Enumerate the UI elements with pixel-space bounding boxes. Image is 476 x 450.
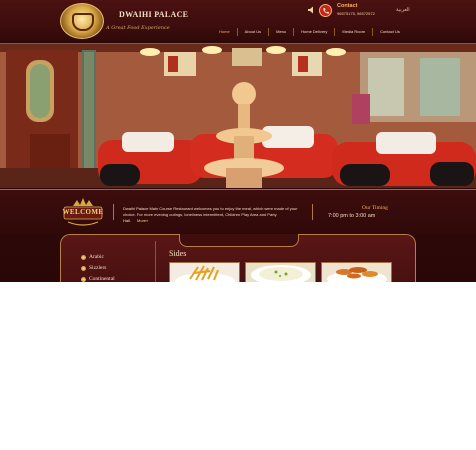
hero-banner [0, 44, 476, 188]
category-arabic[interactable]: Arabic [81, 254, 104, 260]
site-name: DWAIHI PALACE [119, 10, 189, 19]
bullet-icon [81, 255, 86, 260]
category-list: Arabic Sizzlers Continental [61, 241, 156, 282]
timing-hours: 7:00 pm to 3:00 am [328, 213, 376, 219]
nav-home-delivery[interactable]: Home Delivery [293, 28, 334, 36]
dish-thumbnail-fried-bites[interactable] [321, 262, 392, 282]
timing-title: Our Timing [362, 205, 388, 211]
nav-media-room[interactable]: Media Room [334, 28, 372, 36]
contact-phones: 96575175, 96572572 [337, 11, 375, 16]
restaurant-interior-image [0, 44, 476, 188]
section-title: Sides [169, 249, 187, 258]
dish-thumbnail-french-fries[interactable] [169, 262, 240, 282]
category-continental[interactable]: Continental [81, 276, 115, 282]
category-label: Sizzlers [89, 265, 107, 271]
more-link[interactable]: More» [137, 218, 148, 223]
logo-emblem-icon [72, 13, 94, 31]
intro-paragraph: Dwaihi Palace Main Course Restaurant wel… [123, 206, 301, 224]
creamy-dip-image [246, 263, 315, 282]
language-switch-link[interactable]: العربية [396, 7, 410, 13]
nav-menu[interactable]: Menu [268, 28, 293, 36]
category-label: Continental [89, 276, 115, 282]
intro-text: Dwaihi Palace Main Course Restaurant wel… [123, 206, 298, 223]
site-header: DWAIHI PALACE A Great Food Experience Co… [0, 0, 476, 44]
welcome-bar: WELCOME Dwaihi Palace Main Course Restau… [0, 189, 476, 233]
dish-thumbnail-creamy-dip[interactable] [245, 262, 316, 282]
speaker-icon[interactable] [307, 6, 315, 14]
website-frame: DWAIHI PALACE A Great Food Experience Co… [0, 0, 476, 282]
nav-contact-us[interactable]: Contact Us [372, 28, 407, 36]
category-label: Arabic [89, 254, 104, 260]
bullet-icon [81, 277, 86, 282]
nav-about-us[interactable]: About Us [236, 28, 268, 36]
divider [113, 204, 114, 220]
fried-bites-image [322, 263, 391, 282]
french-fries-image [170, 263, 239, 282]
phone-icon [319, 4, 332, 17]
welcome-heading: WELCOME [62, 208, 104, 216]
bullet-icon [81, 266, 86, 271]
site-tagline: A Great Food Experience [106, 25, 170, 31]
menu-panel: Arabic Sizzlers Continental Sides [60, 234, 416, 282]
main-nav: Home About Us Menu Home Delivery Media R… [212, 27, 407, 37]
divider [312, 204, 313, 220]
nav-home[interactable]: Home [212, 28, 237, 36]
contact-title: Contact [337, 3, 358, 9]
category-sizzlers[interactable]: Sizzlers [81, 265, 107, 271]
site-logo[interactable] [60, 3, 104, 39]
